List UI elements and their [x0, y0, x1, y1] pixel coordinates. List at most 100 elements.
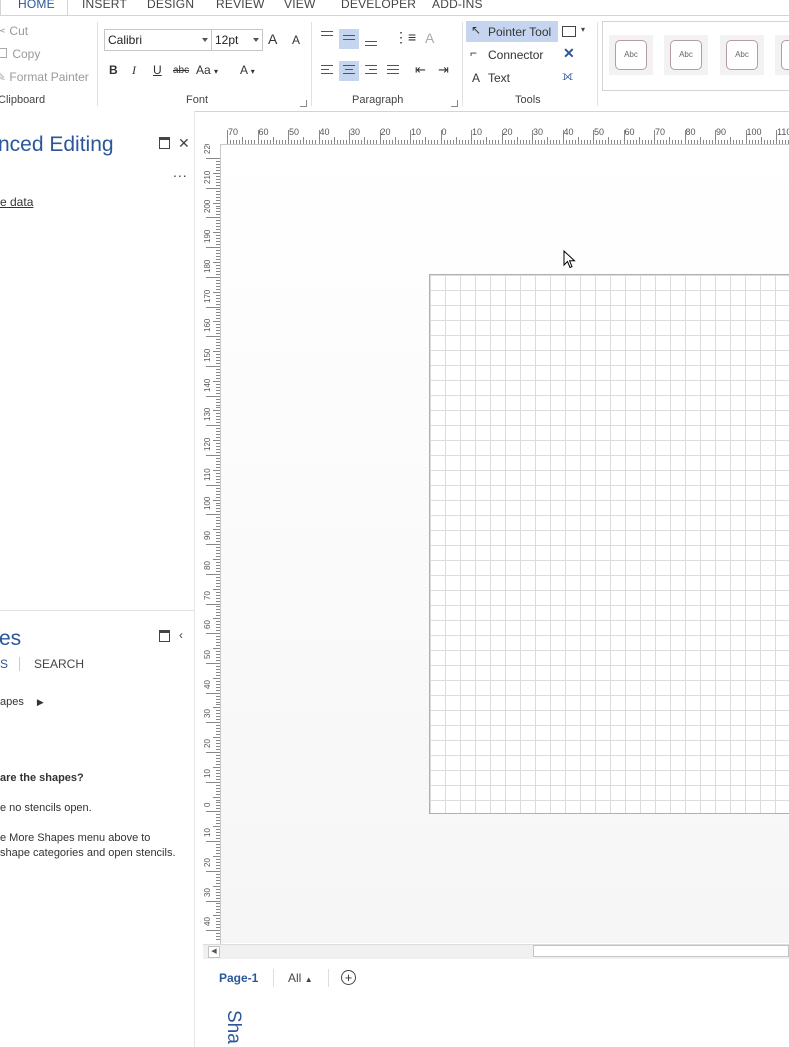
- ruler-tick: [216, 235, 220, 237]
- ruler-label: 30: [533, 127, 544, 137]
- justify-button[interactable]: [383, 61, 403, 81]
- align-middle-button[interactable]: [339, 29, 359, 49]
- ruler-tick: [216, 903, 220, 905]
- scrollbar-thumb[interactable]: [533, 945, 789, 957]
- rotate-text-button[interactable]: A: [425, 30, 434, 46]
- bold-button[interactable]: B: [109, 63, 118, 77]
- all-pages-button[interactable]: All ▲: [288, 971, 313, 985]
- tab-insert[interactable]: INSERT: [82, 0, 127, 11]
- shape-style-swatch[interactable]: Abc: [664, 35, 708, 75]
- maximize-pane-icon[interactable]: [159, 137, 170, 149]
- ruler-tick: [559, 140, 561, 144]
- ruler-tick: [266, 140, 268, 144]
- more-shapes-menu[interactable]: apes ▶: [0, 696, 44, 708]
- tab-add-ins[interactable]: ADD-INS: [432, 0, 483, 11]
- ruler-tick: [216, 199, 220, 201]
- ruler-tick: [721, 140, 723, 144]
- ruler-tick: [216, 443, 220, 445]
- ruler-tick: [611, 140, 613, 144]
- connector-button[interactable]: ⌐ Connector: [466, 45, 558, 66]
- ruler-tick: [760, 137, 762, 144]
- close-x-icon[interactable]: ✕: [563, 45, 575, 62]
- ruler-tick: [206, 514, 220, 516]
- ruler-tick: [216, 184, 220, 186]
- ruler-tick: [216, 460, 220, 462]
- change-case-button[interactable]: Aa ▾: [196, 63, 218, 77]
- ruler-tick: [385, 140, 387, 144]
- tab-search[interactable]: SEARCH: [34, 657, 84, 671]
- drawing-page-grid[interactable]: [429, 274, 789, 814]
- rectangle-tool-icon[interactable]: [562, 26, 576, 37]
- ruler-tick: [711, 140, 713, 144]
- underline-button[interactable]: U: [153, 63, 162, 77]
- ruler-tick: [216, 475, 220, 477]
- close-icon[interactable]: ✕: [178, 135, 190, 152]
- pointer-tool-button[interactable]: ↖ Pointer Tool: [466, 21, 558, 42]
- text-tool-button[interactable]: A Text: [466, 68, 558, 89]
- connection-point-icon[interactable]: ⟗: [562, 68, 573, 84]
- collapse-chevron-icon[interactable]: ‹: [179, 628, 183, 642]
- shape-style-swatch[interactable]: [775, 35, 789, 75]
- tab-stencils[interactable]: S: [0, 657, 8, 671]
- chevron-down-icon[interactable]: ▾: [581, 25, 585, 34]
- paragraph-dialog-launcher-icon[interactable]: [451, 100, 458, 107]
- ruler-tick: [216, 808, 220, 810]
- scroll-left-icon[interactable]: ◀: [208, 946, 220, 958]
- ruler-tick: [216, 250, 220, 252]
- ruler-tick: [216, 918, 220, 920]
- italic-button[interactable]: I: [132, 63, 136, 78]
- ruler-tick: [216, 496, 220, 498]
- tab-home[interactable]: HOME: [18, 0, 55, 11]
- collapsed-shapes-label[interactable]: Sha: [222, 1010, 244, 1044]
- font-family-combo[interactable]: Calibri: [104, 29, 212, 51]
- tab-review[interactable]: REVIEW: [216, 0, 265, 11]
- align-right-button[interactable]: [361, 61, 381, 81]
- ruler-tick: [361, 140, 363, 144]
- align-top-button[interactable]: [317, 25, 337, 45]
- tab-developer[interactable]: DEVELOPER: [341, 0, 416, 11]
- tab-view[interactable]: VIEW: [284, 0, 315, 11]
- group-divider: [311, 22, 312, 106]
- data-link[interactable]: e data: [0, 195, 33, 209]
- tab-page-1[interactable]: Page-1: [219, 971, 258, 985]
- tab-design[interactable]: DESIGN: [147, 0, 194, 11]
- ruler-tick: [538, 140, 540, 144]
- shape-style-swatch[interactable]: Abc: [720, 35, 764, 75]
- strikethrough-button[interactable]: abc: [173, 65, 189, 76]
- format-painter-button[interactable]: ✎ Format Painter: [0, 70, 89, 84]
- bullets-button[interactable]: ⋮≡: [394, 29, 416, 46]
- font-size-combo[interactable]: 12pt: [211, 29, 263, 51]
- decrease-indent-button[interactable]: ⇤: [415, 62, 426, 78]
- ruler-tick: [216, 160, 220, 162]
- font-color-button[interactable]: A ▾: [240, 63, 255, 77]
- shape-style-swatch[interactable]: Abc: [609, 35, 653, 75]
- ruler-tick: [443, 140, 445, 144]
- ruler-tick: [461, 140, 463, 144]
- align-left-button[interactable]: [317, 61, 337, 81]
- font-dialog-launcher-icon[interactable]: [300, 100, 307, 107]
- align-bottom-button[interactable]: [361, 33, 381, 53]
- ruler-tick: [586, 140, 588, 144]
- shrink-font-button[interactable]: A: [292, 33, 300, 47]
- ruler-tick: [216, 505, 220, 507]
- cut-button[interactable]: ✂ Cut: [0, 24, 28, 38]
- grow-font-button[interactable]: A: [268, 31, 277, 47]
- ruler-tick: [400, 140, 402, 144]
- group-divider: [97, 22, 98, 106]
- more-options-icon[interactable]: ...: [173, 164, 188, 180]
- ruler-tick: [216, 927, 220, 929]
- add-page-icon[interactable]: +: [341, 970, 356, 985]
- page-tab-bar: Page-1 All ▲ +: [203, 960, 789, 996]
- align-center-button[interactable]: [339, 61, 359, 81]
- increase-indent-button[interactable]: ⇥: [438, 62, 449, 78]
- ruler-tick: [216, 282, 220, 284]
- ruler-label: 30: [350, 127, 361, 137]
- copy-button[interactable]: Copy: [0, 47, 40, 61]
- horizontal-ruler[interactable]: 70 60 50 40 30 20 10 0 10 20 30 40 50 60 70 80 90 100 110: [203, 126, 789, 145]
- vertical-ruler[interactable]: 220 210 200 190 180 170 160 150 140 130 120 110 100 9…: [203, 141, 221, 944]
- maximize-pane-icon[interactable]: [159, 630, 170, 642]
- ruler-tick: [216, 270, 220, 272]
- ruler-tick: [216, 579, 220, 581]
- ruler-tick: [410, 130, 411, 144]
- ruler-label: 20: [203, 739, 212, 748]
